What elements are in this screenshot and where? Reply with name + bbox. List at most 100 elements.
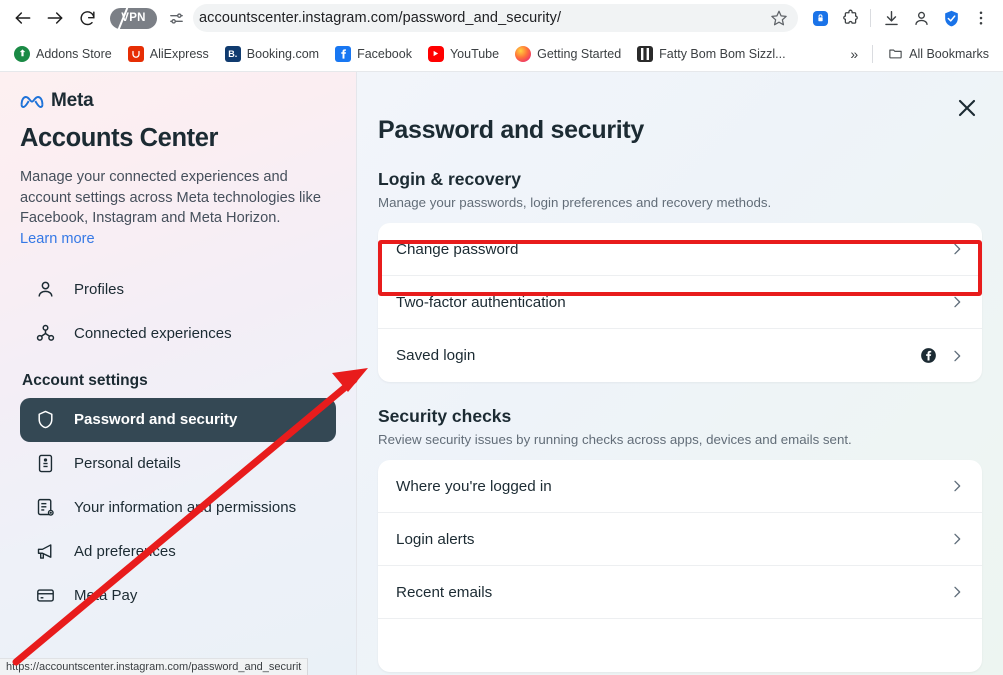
row-accessories: [949, 294, 965, 310]
row-label: Login alerts: [396, 530, 475, 548]
chevron-right-icon: [949, 241, 965, 257]
youtube-icon: [427, 45, 444, 62]
accounts-center-sidebar: Meta Accounts Center Manage your connect…: [0, 72, 357, 675]
sidebar-item-label: Your information and permissions: [74, 499, 297, 517]
row-recent-emails[interactable]: Recent emails: [378, 566, 982, 619]
login-recovery-card: Change password Two-factor authenticatio…: [378, 223, 982, 382]
sidebar-item-password-and-security[interactable]: Password and security: [20, 397, 336, 442]
sidebar-item-ad-preferences[interactable]: Ad preferences: [20, 530, 336, 574]
sidebar-item-label: Connected experiences: [74, 325, 232, 343]
bookmarks-overflow-group: » All Bookmarks: [844, 42, 995, 66]
shield-icon[interactable]: [937, 4, 965, 32]
bookmark-label: Getting Started: [537, 46, 622, 61]
row-where-youre-logged-in[interactable]: Where you're logged in: [378, 460, 982, 513]
toolbar-icons: [802, 4, 995, 32]
sidebar-item-label: Personal details: [74, 455, 181, 473]
row-login-alerts[interactable]: Login alerts: [378, 513, 982, 566]
sidebar-item-label: Profiles: [74, 281, 125, 299]
section-heading-security-checks: Security checks: [378, 406, 512, 426]
row-saved-login[interactable]: Saved login: [378, 329, 982, 382]
bookmark-fatty-bom-bom[interactable]: Fatty Bom Bom Sizzl...: [631, 42, 791, 66]
vpn-badge[interactable]: VPN: [110, 7, 157, 29]
all-bookmarks-label: All Bookmarks: [909, 46, 989, 61]
reload-button[interactable]: [72, 3, 102, 33]
bookmark-star-icon[interactable]: [770, 9, 788, 27]
bookmark-facebook[interactable]: Facebook: [329, 42, 418, 66]
megaphone-icon: [34, 541, 56, 563]
sidebar-item-profiles[interactable]: Profiles: [20, 268, 336, 312]
page-content: Meta Accounts Center Manage your connect…: [0, 72, 1003, 675]
sidebar-nav: Profiles Connected experiences Account s…: [20, 268, 336, 618]
bookmark-youtube[interactable]: YouTube: [422, 42, 505, 66]
sidebar-description: Manage your connected experiences and ac…: [20, 167, 336, 250]
facebook-icon: [920, 347, 937, 364]
chevron-right-icon: [949, 531, 965, 547]
site-icon: [637, 45, 654, 62]
bookmark-label: YouTube: [449, 46, 500, 61]
meta-infinity-icon: [20, 96, 44, 108]
password-manager-icon[interactable]: [806, 4, 834, 32]
bookmarks-overflow-icon[interactable]: »: [844, 46, 864, 62]
row-label: Two-factor authentication: [396, 293, 566, 311]
connected-nodes-icon: [34, 323, 56, 345]
address-bar[interactable]: accountscenter.instagram.com/password_an…: [193, 4, 798, 32]
sidebar-section-title: Account settings: [22, 371, 148, 389]
url-text: accountscenter.instagram.com/password_an…: [199, 10, 562, 26]
row-partially-visible[interactable]: [378, 619, 982, 672]
row-label: Where you're logged in: [396, 477, 552, 495]
page-title: Accounts Center: [20, 124, 219, 152]
forward-button[interactable]: [40, 3, 70, 33]
row-accessories: [920, 347, 965, 364]
all-bookmarks-button[interactable]: All Bookmarks: [881, 42, 995, 66]
folder-icon: [887, 46, 903, 62]
section-heading-login-recovery: Login & recovery: [378, 169, 521, 189]
meta-wordmark: Meta: [51, 90, 94, 111]
back-button[interactable]: [8, 3, 38, 33]
browser-window: VPN accountscenter.instagram.com/passwor…: [0, 0, 1003, 675]
bookmarks-bar: Addons Store AliExpress B. Booking.com F…: [0, 36, 1003, 72]
profile-icon[interactable]: [907, 4, 935, 32]
downloads-icon[interactable]: [877, 4, 905, 32]
bookmark-label: Facebook: [357, 46, 412, 61]
sidebar-item-label: Ad preferences: [74, 543, 176, 561]
row-two-factor-authentication[interactable]: Two-factor authentication: [378, 276, 982, 329]
bookmark-label: Fatty Bom Bom Sizzl...: [659, 46, 786, 61]
sidebar-item-meta-pay[interactable]: Meta Pay: [20, 574, 336, 618]
section-subtitle-login-recovery: Manage your passwords, login preferences…: [378, 195, 772, 210]
site-settings-icon[interactable]: [163, 5, 189, 31]
sidebar-item-connected-experiences[interactable]: Connected experiences: [20, 312, 336, 356]
bookmark-getting-started[interactable]: Getting Started: [509, 42, 627, 66]
row-label: Recent emails: [396, 583, 493, 601]
bookmark-label: Addons Store: [36, 46, 112, 61]
sidebar-item-your-information-and-permissions[interactable]: Your information and permissions: [20, 486, 336, 530]
document-permissions-icon: [34, 497, 56, 519]
shield-icon: [34, 409, 56, 431]
status-bar: https://accountscenter.instagram.com/pas…: [0, 658, 309, 675]
chevron-right-icon: [949, 584, 965, 600]
firefox-icon: [515, 45, 532, 62]
extensions-icon[interactable]: [836, 4, 864, 32]
learn-more-link[interactable]: Learn more: [20, 229, 95, 250]
bookmark-addons-store[interactable]: Addons Store: [8, 42, 118, 66]
wallet-icon: [34, 585, 56, 607]
row-label: Change password: [396, 240, 519, 258]
booking-icon: B.: [224, 45, 241, 62]
browser-toolbar: VPN accountscenter.instagram.com/passwor…: [0, 0, 1003, 36]
addons-store-icon: [14, 45, 30, 62]
bookmark-label: Booking.com: [246, 46, 320, 61]
person-icon: [34, 279, 56, 301]
main-heading: Password and security: [378, 116, 645, 144]
meta-logo: Meta: [20, 90, 336, 112]
row-label: Saved login: [396, 347, 476, 364]
sidebar-item-personal-details[interactable]: Personal details: [20, 442, 336, 486]
close-icon[interactable]: [953, 94, 981, 122]
bookmark-booking[interactable]: B. Booking.com: [219, 42, 325, 66]
row-change-password[interactable]: Change password: [378, 223, 982, 276]
menu-icon[interactable]: [967, 4, 995, 32]
section-subtitle-security-checks: Review security issues by running checks…: [378, 432, 852, 447]
password-security-pane: Password and security Login & recovery M…: [357, 72, 1003, 675]
security-checks-card: Where you're logged in Login alerts Rece…: [378, 460, 982, 672]
bookmark-aliexpress[interactable]: AliExpress: [122, 42, 215, 66]
chevron-right-icon: [949, 348, 965, 364]
id-card-icon: [34, 453, 56, 475]
